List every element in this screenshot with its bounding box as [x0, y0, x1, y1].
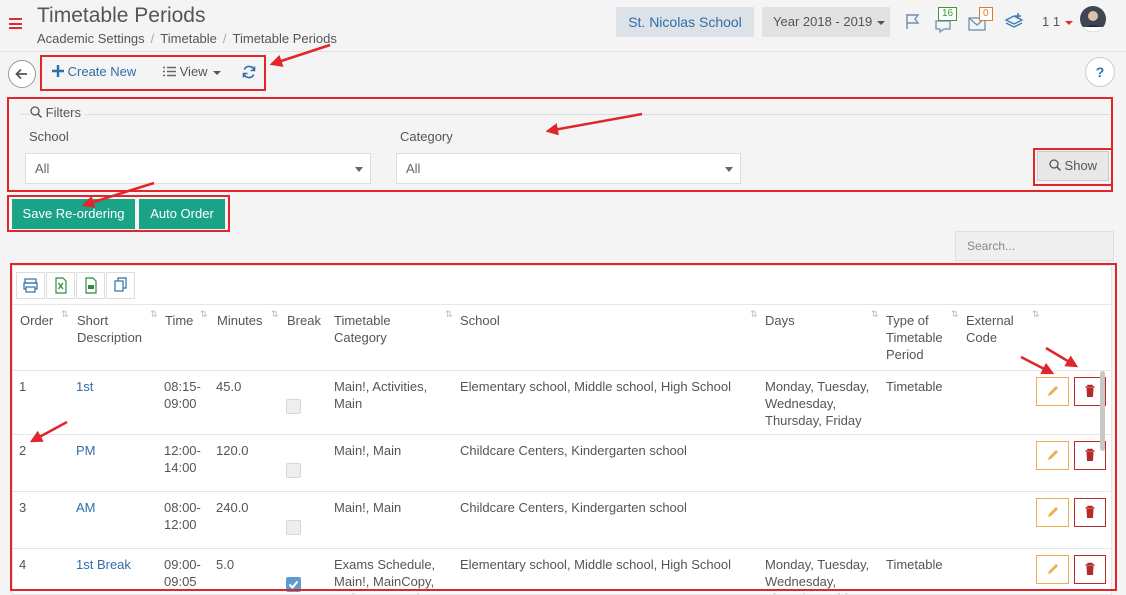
arrow-to-filters	[545, 112, 643, 136]
arrow-to-toolbar	[269, 43, 331, 67]
arrow-to-delete	[1045, 346, 1079, 368]
arrow-to-order	[29, 420, 68, 443]
arrow-to-save-reordering	[81, 181, 155, 208]
annotation-arrows	[29, 43, 1079, 443]
arrow-to-edit	[1020, 355, 1055, 375]
